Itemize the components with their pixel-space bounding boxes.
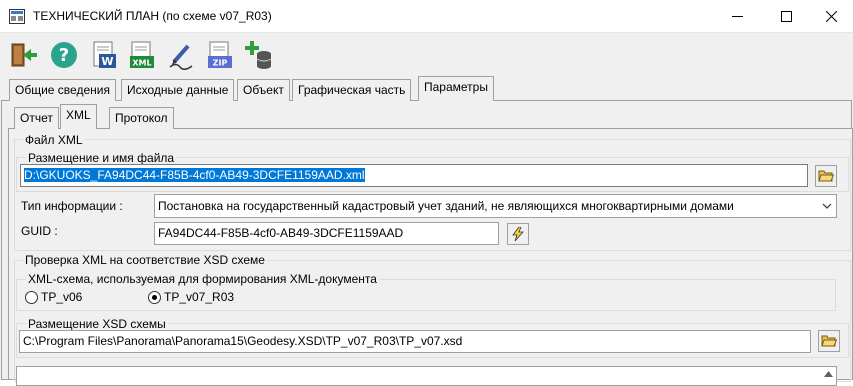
close-button[interactable] [808,0,853,32]
folder-open-icon [821,335,837,347]
guid-value: FA94DC44-F85B-4cf0-AB49-3DCFE1159AAD [158,226,404,240]
tab-report[interactable]: Отчет [14,107,59,129]
zip-button[interactable]: ZIP [205,40,235,70]
window-title: ТЕХНИЧЕСКИЙ ПЛАН (по схеме v07_R03) [33,9,272,23]
add-database-icon [245,41,272,69]
main-panel: Общие сведения Исходные данные Объект Гр… [0,76,853,386]
tab-graphics[interactable]: Графическая часть [292,79,412,101]
tab-protocol[interactable]: Протокол [109,107,174,129]
xml-path-field[interactable]: D:\GKUOKS_FA94DC44-F85B-4cf0-AB49-3DCFE1… [20,164,808,187]
app-icon [9,9,25,24]
zip-icon: ZIP [208,41,232,68]
maximize-button[interactable] [763,0,809,32]
sign-icon [169,44,193,70]
xml-export-button[interactable]: XML [127,40,157,70]
exit-icon [11,43,37,67]
radio-tp-v06[interactable]: TP_v06 [25,290,82,304]
chevron-down-icon [822,203,832,209]
radio-tp-v06-label: TP_v06 [41,290,83,304]
radio-indicator [25,290,38,304]
title-bar: ТЕХНИЧЕСКИЙ ПЛАН (по схеме v07_R03) [0,0,853,33]
toolbar: ? W XML ZIP [0,33,853,76]
xml-path-value: D:\GKUOKS_FA94DC44-F85B-4cf0-AB49-3DCFE1… [24,168,365,182]
xsd-path-field[interactable]: C:\Program Files\Panorama\Panorama15\Geo… [19,330,811,353]
minimize-button[interactable] [714,0,760,32]
scroll-up-icon[interactable] [824,371,833,377]
svg-text:W: W [101,55,113,68]
browse-xsd-button[interactable] [818,330,840,352]
guid-field[interactable]: FA94DC44-F85B-4cf0-AB49-3DCFE1159AAD [154,222,499,245]
xml-file-group-label: Файл XML [23,133,85,147]
tab-general-info[interactable]: Общие сведения [9,79,116,101]
radio-tp-v07-r03-label: TP_v07_R03 [164,290,235,304]
folder-open-icon [818,170,834,182]
svg-text:ZIP: ZIP [213,59,228,68]
schema-label: XML-схема, используемая для формирования… [26,272,379,286]
xsd-path-value: C:\Program Files\Panorama\Panorama15\Geo… [23,334,463,348]
tab-object[interactable]: Объект [237,79,290,101]
info-type-label: Тип информации : [21,199,123,213]
word-export-button[interactable]: W [89,40,119,70]
svg-text:XML: XML [132,59,151,68]
word-export-icon: W [93,41,116,68]
close-icon [825,10,837,22]
add-database-button[interactable] [244,40,274,70]
tab-xml[interactable]: XML [60,104,97,129]
sign-button[interactable] [166,40,196,70]
xml-export-icon: XML [130,41,154,68]
info-type-select[interactable]: Постановка на государственный кадастровы… [154,194,837,218]
xsd-check-group-label: Проверка XML на соответствие XSD схеме [23,253,267,267]
radio-indicator [148,290,161,304]
file-location-label: Размещение и имя файла [26,151,177,165]
minimize-icon [731,15,743,17]
browse-xml-button[interactable] [815,165,837,187]
guid-label: GUID : [21,224,58,238]
maximize-icon [780,10,792,22]
exit-button[interactable] [9,40,39,70]
help-icon: ? [51,42,77,68]
help-button[interactable]: ? [49,40,79,70]
tab-source-data[interactable]: Исходные данные [121,79,235,101]
tab-parameters[interactable]: Параметры [418,76,494,101]
info-type-value: Постановка на государственный кадастровы… [158,199,734,213]
lightning-icon [512,227,524,241]
validation-output-box[interactable] [16,366,837,386]
svg-text:?: ? [59,45,69,66]
generate-guid-button[interactable] [507,223,529,245]
xsd-location-label: Размещение XSD схемы [26,317,168,331]
radio-tp-v07-r03[interactable]: TP_v07_R03 [148,290,234,304]
